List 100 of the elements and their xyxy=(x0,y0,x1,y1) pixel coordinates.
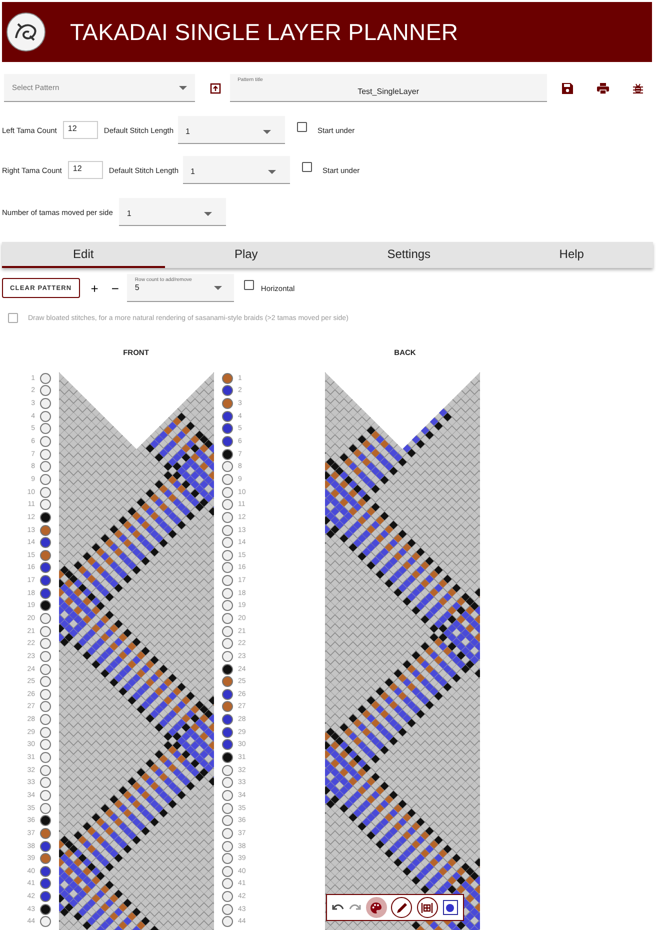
horizontal-checkbox[interactable] xyxy=(244,280,254,290)
tama-dot[interactable] xyxy=(222,612,233,624)
tama-dot[interactable] xyxy=(222,815,233,826)
redo-icon[interactable] xyxy=(348,903,361,912)
tama-dot[interactable] xyxy=(222,423,233,434)
tama-dot[interactable] xyxy=(40,410,51,422)
tama-dot[interactable] xyxy=(40,385,51,396)
tama-dot[interactable] xyxy=(40,714,51,726)
tama-dot[interactable] xyxy=(40,372,51,384)
tama-dot[interactable] xyxy=(222,891,233,902)
tama-dot[interactable] xyxy=(40,448,51,460)
tama-dot[interactable] xyxy=(40,828,51,839)
tab[interactable]: Edit xyxy=(2,242,165,268)
braid-back-drawing[interactable] xyxy=(325,372,480,930)
tama-dot[interactable] xyxy=(222,537,233,548)
tama-dot[interactable] xyxy=(222,638,233,650)
tama-dot[interactable] xyxy=(222,688,233,700)
tama-dot[interactable] xyxy=(222,486,233,498)
tama-dot[interactable] xyxy=(222,600,233,612)
add-rows-button[interactable]: + xyxy=(86,280,104,296)
tama-dot[interactable] xyxy=(222,676,233,688)
tama-dot[interactable] xyxy=(222,840,233,852)
tama-dot[interactable] xyxy=(40,550,51,561)
tama-dot[interactable] xyxy=(40,739,51,750)
tama-dot[interactable] xyxy=(222,524,233,536)
tama-dot[interactable] xyxy=(40,777,51,788)
tama-dot[interactable] xyxy=(40,904,51,915)
start-under-checkbox[interactable] xyxy=(296,122,307,132)
tama-dot[interactable] xyxy=(222,866,233,877)
tama-dot[interactable] xyxy=(40,588,51,599)
tama-dot[interactable] xyxy=(40,575,51,586)
upload-icon[interactable] xyxy=(210,82,221,94)
tama-dot[interactable] xyxy=(222,714,233,726)
tama-dot[interactable] xyxy=(40,600,51,612)
tama-dot[interactable] xyxy=(40,626,51,637)
tama-dot[interactable] xyxy=(222,385,233,396)
tama-dot[interactable] xyxy=(40,638,51,650)
tama-dot[interactable] xyxy=(222,398,233,410)
start-under-checkbox[interactable] xyxy=(302,162,312,172)
tama-dot[interactable] xyxy=(40,423,51,434)
tama-dot[interactable] xyxy=(40,664,51,675)
tama-dot[interactable] xyxy=(40,436,51,448)
tama-dot[interactable] xyxy=(222,626,233,637)
print-icon[interactable] xyxy=(597,82,609,94)
tama-dot[interactable] xyxy=(40,562,51,574)
tama-dot[interactable] xyxy=(222,650,233,662)
tama-dot[interactable] xyxy=(40,802,51,814)
tama-dot[interactable] xyxy=(222,739,233,750)
tama-dot[interactable] xyxy=(40,512,51,523)
tama-dot[interactable] xyxy=(222,461,233,472)
bloated-stitches-checkbox[interactable] xyxy=(8,313,18,323)
tama-dot[interactable] xyxy=(222,550,233,561)
tab[interactable]: Help xyxy=(490,242,653,268)
tama-dot[interactable] xyxy=(40,650,51,662)
tama-dot[interactable] xyxy=(40,398,51,410)
tama-dot[interactable] xyxy=(40,537,51,548)
tama-dot[interactable] xyxy=(222,436,233,448)
tama-dot[interactable] xyxy=(40,815,51,826)
current-color-button[interactable] xyxy=(442,900,458,915)
tama-dot[interactable] xyxy=(40,612,51,624)
tama-dot[interactable] xyxy=(222,499,233,510)
tab[interactable]: Settings xyxy=(328,242,490,268)
tama-dot[interactable] xyxy=(222,575,233,586)
pattern-tool-button[interactable] xyxy=(416,897,438,918)
tama-dot[interactable] xyxy=(40,853,51,864)
tab[interactable]: Play xyxy=(164,242,328,268)
save-icon[interactable] xyxy=(562,82,573,94)
tama-dot[interactable] xyxy=(40,676,51,688)
tama-dot[interactable] xyxy=(222,448,233,460)
tama-dot[interactable] xyxy=(222,726,233,738)
tama-dot[interactable] xyxy=(222,802,233,814)
tama-dot[interactable] xyxy=(222,701,233,712)
tama-dot[interactable] xyxy=(222,474,233,485)
tama-dot[interactable] xyxy=(222,853,233,864)
tama-dot[interactable] xyxy=(40,688,51,700)
tama-dot[interactable] xyxy=(222,916,233,928)
tama-dot[interactable] xyxy=(40,878,51,890)
tama-dot[interactable] xyxy=(40,486,51,498)
tama-dot[interactable] xyxy=(40,474,51,485)
tama-dot[interactable] xyxy=(222,512,233,523)
tama-count-field[interactable]: 12 xyxy=(68,161,103,179)
tama-dot[interactable] xyxy=(40,916,51,928)
tama-dot[interactable] xyxy=(40,752,51,764)
tama-dot[interactable] xyxy=(40,891,51,902)
tama-dot[interactable] xyxy=(222,562,233,574)
stitch-length-select[interactable]: 1 xyxy=(178,116,285,144)
tama-dot[interactable] xyxy=(40,499,51,510)
tama-dot[interactable] xyxy=(40,701,51,712)
tama-dot[interactable] xyxy=(40,726,51,738)
tama-dot[interactable] xyxy=(222,372,233,384)
tama-dot[interactable] xyxy=(222,828,233,839)
bug-icon[interactable] xyxy=(633,82,643,94)
tama-dot[interactable] xyxy=(40,840,51,852)
palette-tool-button[interactable] xyxy=(366,897,387,918)
tama-dot[interactable] xyxy=(40,866,51,877)
tama-dot[interactable] xyxy=(222,764,233,776)
braid-front-drawing[interactable] xyxy=(59,372,214,930)
remove-rows-button[interactable]: − xyxy=(106,280,124,296)
tama-dot[interactable] xyxy=(40,524,51,536)
pencil-tool-button[interactable] xyxy=(391,897,412,918)
